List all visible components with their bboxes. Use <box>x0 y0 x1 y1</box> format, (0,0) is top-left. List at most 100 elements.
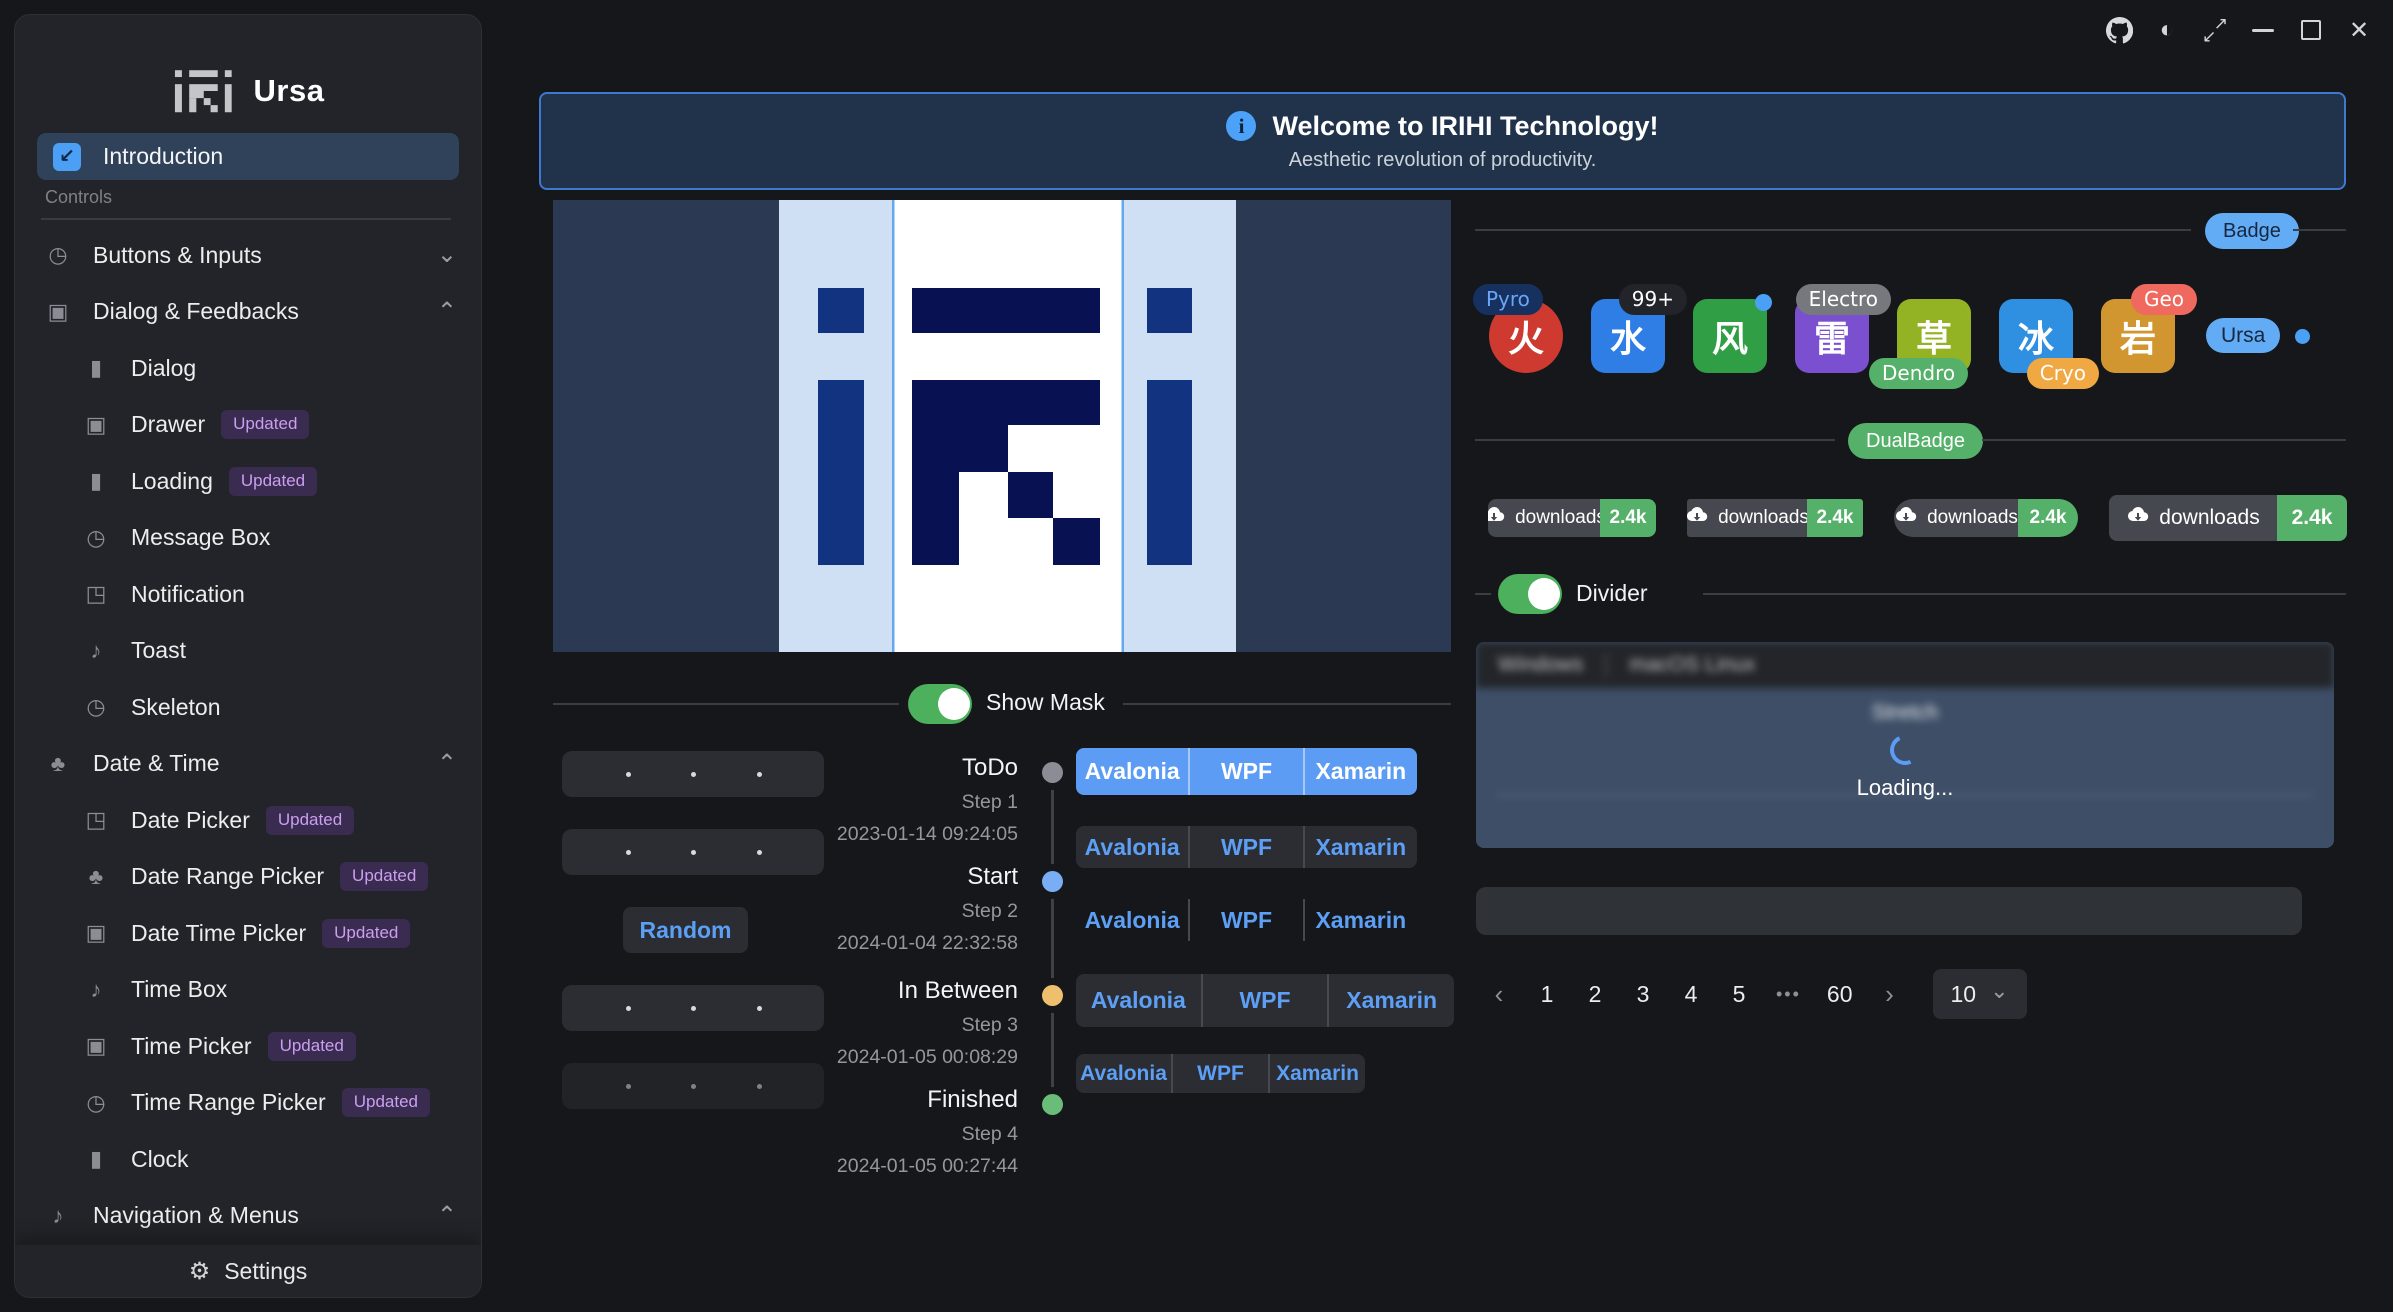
wpf-button[interactable]: WPF <box>1171 1054 1268 1093</box>
updated-badge: Updated <box>342 1088 430 1117</box>
page-button-5[interactable]: 5 <box>1722 972 1756 1016</box>
divider-line <box>1123 703 1451 705</box>
wpf-button[interactable]: WPF <box>1188 899 1302 941</box>
irihi-logo-image <box>553 200 1451 652</box>
xamarin-button[interactable]: Xamarin <box>1303 826 1417 868</box>
avalonia-button[interactable]: Avalonia <box>1076 974 1201 1027</box>
sidebar-item-dialog[interactable]: ▮Dialog <box>15 340 481 397</box>
step-title: In Between <box>678 977 1018 1005</box>
sidebar-item-label: Skeleton <box>131 694 221 721</box>
page-button-3[interactable]: 3 <box>1626 972 1660 1016</box>
xamarin-button[interactable]: Xamarin <box>1327 974 1454 1027</box>
welcome-title: Welcome to IRIHI Technology! <box>1272 111 1658 142</box>
github-icon <box>2106 17 2133 44</box>
maximize-button[interactable] <box>2287 8 2335 52</box>
sidebar-item-date-time[interactable]: ♣Date & Time⌃ <box>15 736 481 793</box>
sidebar-item-dialog-feedbacks[interactable]: ▣Dialog & Feedbacks⌃ <box>15 284 481 341</box>
step-number: Step 3 <box>678 1014 1018 1037</box>
wpf-button[interactable]: WPF <box>1201 974 1328 1027</box>
sidebar-item-date-picker[interactable]: ◳Date PickerUpdated <box>15 792 481 849</box>
theme-button[interactable]: ◐ <box>2143 8 2191 52</box>
downloads-count: 2.4k <box>2277 495 2347 541</box>
arrow-down-left-icon: ↙ <box>53 143 81 171</box>
page-size-select[interactable]: 10⌄ <box>1933 969 2027 1019</box>
sidebar-item-drawer[interactable]: ▣DrawerUpdated <box>15 397 481 454</box>
sidebar-item-navigation-menus[interactable]: ♪Navigation & Menus⌃ <box>15 1188 481 1245</box>
avalonia-button[interactable]: Avalonia <box>1076 899 1188 941</box>
sidebar-item-time-picker[interactable]: ▣Time PickerUpdated <box>15 1018 481 1075</box>
sidebar-item-date-range-picker[interactable]: ♣Date Range PickerUpdated <box>15 849 481 906</box>
maximize-icon <box>2301 20 2321 40</box>
fullscreen-button[interactable]: ↗↙ <box>2191 8 2239 52</box>
step-dot-in-between <box>1042 985 1063 1006</box>
element-badge-geo: 岩Geo <box>2101 299 2175 373</box>
divider-line <box>1982 439 2346 441</box>
github-button[interactable] <box>2095 8 2143 52</box>
page-button-4[interactable]: 4 <box>1674 972 1708 1016</box>
sidebar-item-label: Date & Time <box>93 750 220 777</box>
next-page-button[interactable]: › <box>1873 972 1907 1016</box>
loading-label: Loading... <box>1857 775 1954 801</box>
wpf-button[interactable]: WPF <box>1188 826 1302 868</box>
avalonia-button[interactable]: Avalonia <box>1076 748 1188 795</box>
divider-demo-row: Divider <box>1475 574 2346 614</box>
minimize-button[interactable] <box>2239 8 2287 52</box>
avalonia-button[interactable]: Avalonia <box>1076 1054 1171 1093</box>
sidebar-item-date-time-picker[interactable]: ▣Date Time PickerUpdated <box>15 905 481 962</box>
sidebar-item-message-box[interactable]: ◷Message Box <box>15 510 481 567</box>
dualbadge-divider-label: DualBadge <box>1848 423 1983 459</box>
pyro-character: 火 <box>1508 310 1544 362</box>
battery-icon: ▮ <box>83 1146 109 1172</box>
sidebar-item-notification[interactable]: ◳Notification <box>15 566 481 623</box>
cloud-download-icon <box>1687 503 1709 533</box>
updated-badge: Updated <box>322 919 410 948</box>
text-input[interactable] <box>1476 887 2302 935</box>
sidebar-nav-list: ◷Buttons & Inputs⌄▣Dialog & Feedbacks⌃▮D… <box>15 227 481 1247</box>
steps-timeline: ToDoStep 12023-01-14 09:24:05StartStep 2… <box>640 735 1080 1205</box>
loading-panel-tabbar: Windows macOS Linux <box>1476 642 2334 688</box>
show-mask-toggle[interactable] <box>908 684 972 724</box>
arrow-square-icon: ◳ <box>83 807 109 833</box>
page-button-2[interactable]: 2 <box>1578 972 1612 1016</box>
sidebar-item-label: Loading <box>131 468 213 495</box>
prev-page-button[interactable]: ‹ <box>1482 972 1516 1016</box>
sidebar-item-toast[interactable]: ♪Toast <box>15 623 481 680</box>
page-button-60[interactable]: 60 <box>1821 972 1859 1016</box>
step-date: 2023-01-14 09:24:05 <box>678 823 1018 846</box>
element-badges-row: 火Pyro水99+风雷Electro草Dendro冰Cryo岩Geo <box>1489 299 2175 373</box>
sidebar-item-loading[interactable]: ▮LoadingUpdated <box>15 453 481 510</box>
updated-badge: Updated <box>229 467 317 496</box>
wpf-button[interactable]: WPF <box>1188 748 1302 795</box>
xamarin-button[interactable]: Xamarin <box>1303 748 1417 795</box>
app-logo-row: Ursa <box>15 59 481 123</box>
downloads-badge-4: downloads2.4k <box>2109 495 2347 541</box>
sidebar-item-clock[interactable]: ▮Clock <box>15 1131 481 1188</box>
divider-line <box>2293 229 2346 231</box>
settings-button[interactable]: ⚙ Settings <box>15 1245 481 1297</box>
sidebar-item-introduction[interactable]: ↙ Introduction <box>37 133 459 180</box>
sidebar-item-buttons-inputs[interactable]: ◷Buttons & Inputs⌄ <box>15 227 481 284</box>
geo-character: 岩 <box>2120 310 2156 362</box>
downloads-label: downloads <box>1894 499 2018 537</box>
sidebar-item-time-range-picker[interactable]: ◷Time Range PickerUpdated <box>15 1075 481 1132</box>
updated-badge: Updated <box>221 410 309 439</box>
button-group-5: AvaloniaWPFXamarin <box>1076 1054 1365 1093</box>
divider-toggle[interactable] <box>1498 574 1562 614</box>
sidebar-item-skeleton[interactable]: ◷Skeleton <box>15 679 481 736</box>
close-button[interactable]: ✕ <box>2335 8 2383 52</box>
xamarin-button[interactable]: Xamarin <box>1303 899 1417 941</box>
tab-windows[interactable]: Windows <box>1476 653 1605 677</box>
step-step-2: StartStep 22024-01-04 22:32:58 <box>678 863 1018 955</box>
avalonia-button[interactable]: Avalonia <box>1076 826 1188 868</box>
element-badge-cryo: 冰Cryo <box>1999 299 2073 373</box>
sidebar-item-time-box[interactable]: ♪Time Box <box>15 962 481 1019</box>
xamarin-button[interactable]: Xamarin <box>1268 1054 1365 1093</box>
tab-macos-linux[interactable]: macOS Linux <box>1607 653 1777 677</box>
step-date: 2024-01-05 00:08:29 <box>678 1046 1018 1069</box>
button-group-4: AvaloniaWPFXamarin <box>1076 974 1454 1027</box>
welcome-banner: i Welcome to IRIHI Technology! Aesthetic… <box>539 92 2346 190</box>
loading-overlay: Loading... <box>1476 688 2334 848</box>
sidebar-item-label: Dialog & Feedbacks <box>93 298 299 325</box>
page-button-1[interactable]: 1 <box>1530 972 1564 1016</box>
downloads-badges-row: downloads2.4kdownloads2.4kdownloads2.4kd… <box>1488 495 2348 541</box>
